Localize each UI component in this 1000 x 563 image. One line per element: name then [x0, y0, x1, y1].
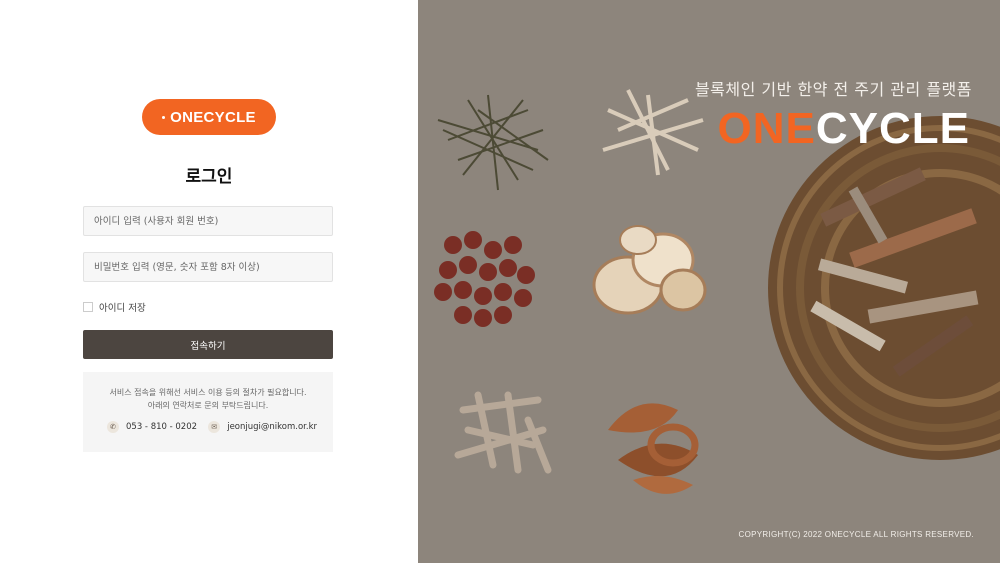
contacts-row: ✆ 053 - 810 - 0202 ✉ jeonjugi@nikom.or.k… [83, 421, 333, 433]
login-button[interactable]: 접속하기 [83, 330, 333, 359]
hero-tagline: 블록체인 기반 한약 전 주기 관리 플랫폼 [694, 80, 972, 99]
remember-checkbox[interactable] [83, 302, 93, 312]
phone-number: 053 - 810 - 0202 [126, 422, 198, 432]
brand-one: ONE [717, 104, 816, 153]
herb-pile-1 [437, 94, 549, 191]
info-line-1: 서비스 접속을 위해선 서비스 이용 등의 절차가 필요합니다. [109, 388, 307, 397]
mail-icon: ✉ [208, 421, 221, 433]
email-address: jeonjugi@nikom.or.kr [227, 422, 317, 432]
contact-info-box: 서비스 접속을 위해선 서비스 이용 등의 절차가 필요합니다. 아래의 연락처… [83, 372, 333, 452]
id-input[interactable] [83, 206, 333, 236]
login-panel: ONECYCLE 로그인 아이디 저장 접속하기 서비스 접속을 위해선 서비스… [0, 0, 418, 563]
logo-text: ONECYCLE [170, 108, 256, 126]
email-contact: ✉ jeonjugi@nikom.or.kr [208, 421, 317, 433]
phone-contact: ✆ 053 - 810 - 0202 [107, 421, 197, 433]
brand-cycle: CYCLE [815, 104, 970, 153]
herb-pile-2 [602, 89, 704, 176]
herb-pile-4 [592, 225, 707, 315]
copyright: COPYRIGHT(C) 2022 ONECYCLE ALL RIGHTS RE… [738, 530, 974, 539]
herb-pile-3 [434, 231, 535, 327]
logo-dot [162, 115, 166, 119]
herb-pile-6 [608, 403, 699, 494]
herb-pile-5 [454, 391, 552, 474]
remember-label: 아이디 저장 [99, 303, 146, 314]
page-title: 로그인 [185, 167, 233, 187]
logo: ONECYCLE [142, 99, 276, 135]
hero-panel: 블록체인 기반 한약 전 주기 관리 플랫폼 ONECYCLE COPYRIGH… [418, 0, 1000, 563]
remember-id[interactable]: 아이디 저장 [83, 300, 146, 314]
info-line-2: 아래의 연락처로 문의 부탁드립니다. [147, 401, 269, 410]
password-input[interactable] [83, 252, 333, 282]
hero-brand: ONECYCLE [718, 104, 970, 154]
phone-icon: ✆ [107, 421, 119, 433]
